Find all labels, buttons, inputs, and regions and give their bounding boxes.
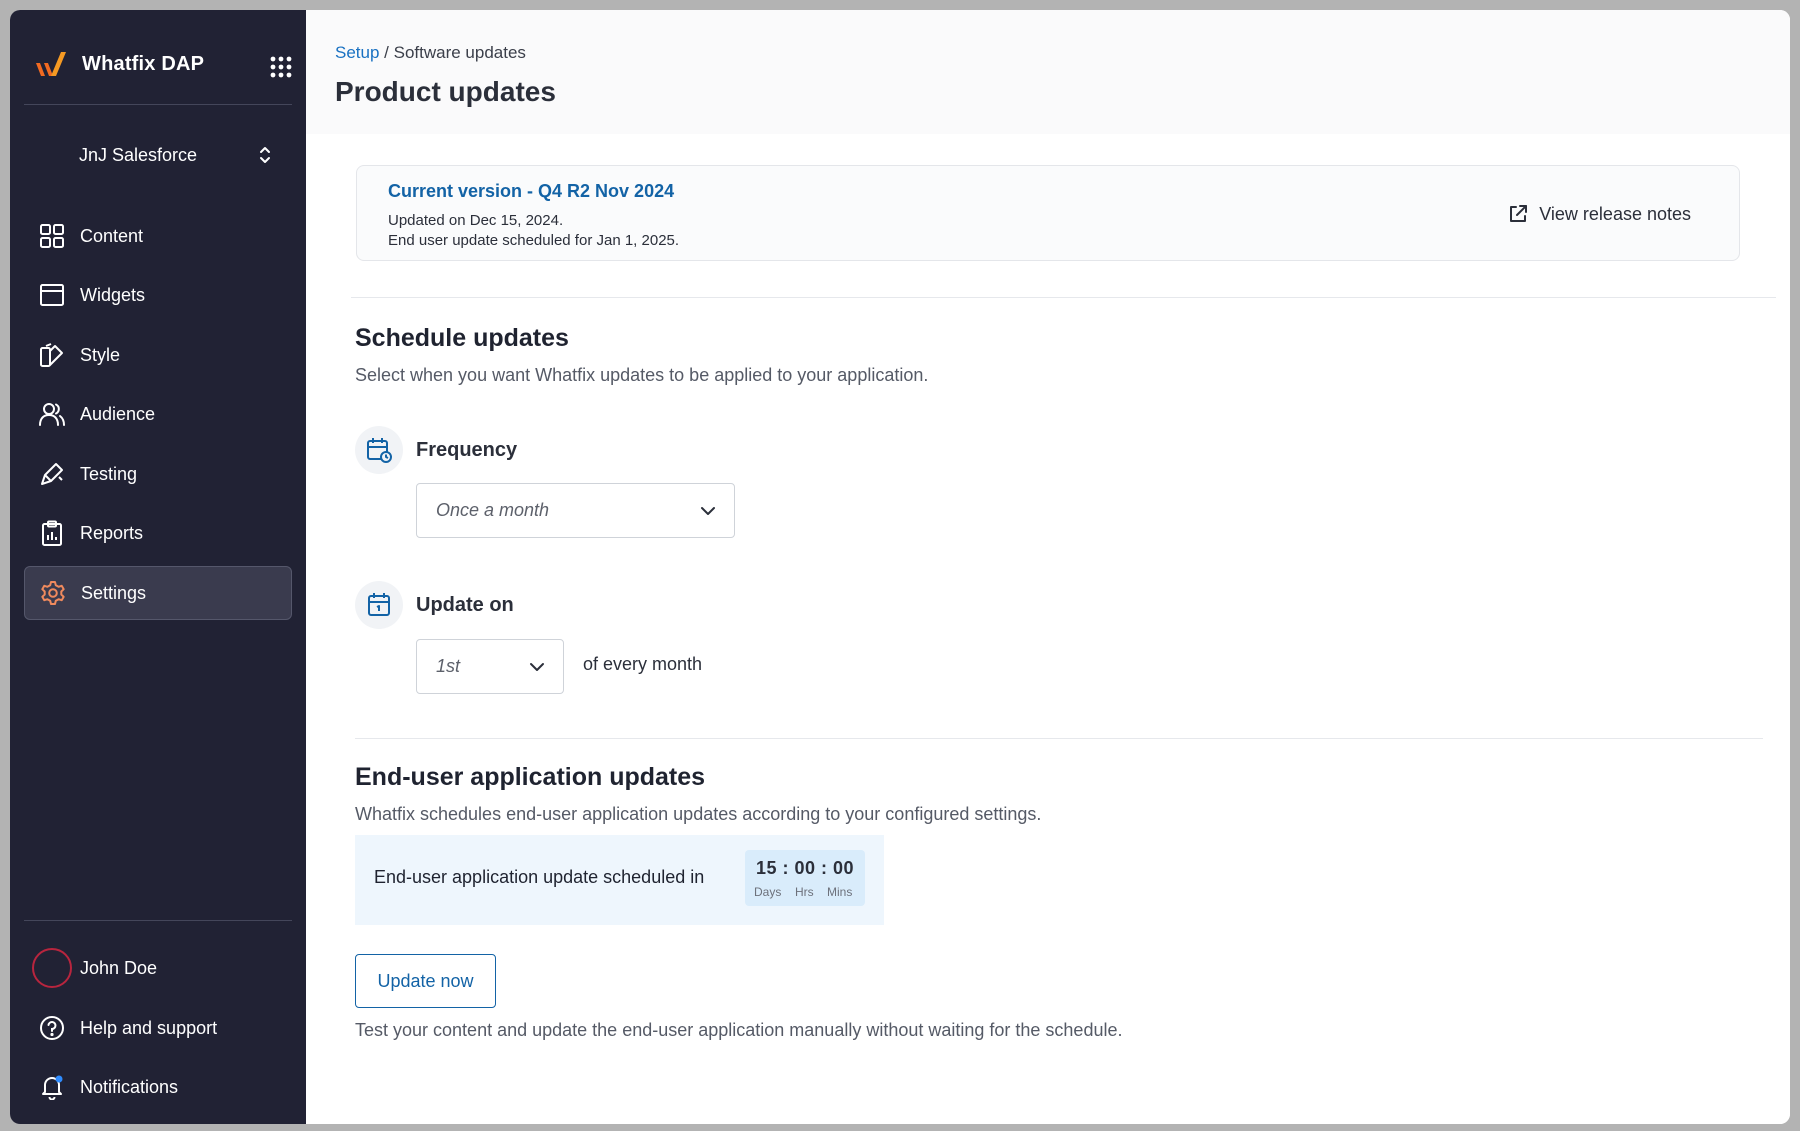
user-profile[interactable]: John Doe	[24, 941, 292, 995]
frequency-label: Frequency	[416, 439, 518, 461]
palette-icon	[38, 341, 66, 369]
version-scheduled-date: End user update scheduled for Jan 1, 202…	[388, 232, 680, 249]
update-on-suffix: of every month	[583, 654, 703, 674]
grid-icon	[38, 222, 66, 250]
main-content: Setup / Software updates Product updates…	[306, 10, 1790, 1124]
calendar-icon	[355, 581, 403, 629]
help-circle-icon	[38, 1014, 66, 1042]
sidebar-divider	[24, 920, 292, 921]
sidebar-item-label: Content	[80, 225, 144, 246]
breadcrumb-link-setup[interactable]: Setup	[335, 43, 379, 62]
sidebar-item-settings[interactable]: Settings	[24, 566, 292, 620]
breadcrumb-current: Software updates	[393, 43, 526, 62]
sidebar-item-testing[interactable]: Testing	[24, 447, 292, 501]
view-release-notes-link[interactable]: View release notes	[1507, 203, 1691, 225]
external-link-icon	[1510, 205, 1528, 222]
schedule-updates-description: Select when you want Whatfix updates to …	[355, 365, 929, 385]
page-title: Product updates	[335, 76, 556, 107]
clipboard-icon	[38, 519, 66, 547]
sidebar-item-label: Help and support	[80, 1017, 218, 1038]
countdown-value: 15 : 00 : 00	[755, 858, 855, 878]
breadcrumb: Setup / Software updates	[335, 43, 526, 63]
sidebar: Whatfix DAP JnJ Salesforce Content Widge…	[10, 10, 306, 1124]
schedule-updates-title: Schedule updates	[355, 324, 569, 352]
update-now-button[interactable]: Update now	[355, 954, 496, 1008]
section-divider	[351, 297, 1776, 298]
sidebar-item-reports[interactable]: Reports	[24, 506, 292, 560]
gear-icon	[39, 579, 67, 607]
end-user-schedule-text: End-user application update scheduled in	[374, 867, 705, 887]
account-switcher[interactable]: JnJ Salesforce	[24, 133, 292, 177]
frequency-value: Once a month	[436, 500, 550, 520]
chevron-down-icon	[530, 662, 544, 671]
countdown-unit-minutes: Mins	[827, 885, 853, 899]
chevron-up-down-icon	[260, 147, 270, 163]
version-updated-date: Updated on Dec 15, 2024.	[388, 212, 564, 229]
end-user-updates-title: End-user application updates	[355, 763, 706, 791]
calendar-clock-icon	[355, 426, 403, 474]
sidebar-item-label: Notifications	[80, 1076, 179, 1097]
brand-name: Whatfix DAP	[82, 52, 205, 75]
sidebar-item-label: Settings	[81, 582, 147, 603]
sidebar-item-style[interactable]: Style	[24, 328, 292, 382]
end-user-updates-description: Whatfix schedules end-user application u…	[355, 804, 1042, 824]
countdown-unit-days: Days	[754, 885, 782, 899]
brush-icon	[38, 460, 66, 488]
countdown-timer: 15 : 00 : 00 Days Hrs Mins	[745, 850, 865, 906]
sidebar-item-label: Reports	[80, 522, 144, 543]
current-version-card: Current version - Q4 R2 Nov 2024 Updated…	[356, 165, 1740, 261]
sidebar-item-label: Testing	[80, 463, 138, 484]
app-launcher-icon[interactable]	[270, 56, 292, 78]
chevron-down-icon	[701, 506, 715, 515]
sidebar-item-content[interactable]: Content	[24, 209, 292, 263]
avatar	[32, 948, 72, 988]
window-icon	[38, 281, 66, 309]
sidebar-item-help[interactable]: Help and support	[24, 1001, 292, 1055]
sidebar-item-label: Style	[80, 344, 121, 365]
section-divider	[355, 738, 1763, 739]
sidebar-item-label: Widgets	[80, 284, 146, 305]
user-name: John Doe	[80, 957, 158, 978]
current-version-title: Current version - Q4 R2 Nov 2024	[388, 181, 675, 201]
sidebar-item-audience[interactable]: Audience	[24, 387, 292, 441]
end-user-schedule-banner: End-user application update scheduled in…	[355, 835, 884, 925]
update-on-label: Update on	[416, 594, 514, 616]
view-release-notes-label: View release notes	[1539, 203, 1691, 224]
frequency-select[interactable]: Once a month	[416, 483, 735, 538]
users-icon	[38, 400, 66, 428]
sidebar-item-notifications[interactable]: Notifications	[24, 1060, 292, 1114]
sidebar-item-label: Audience	[80, 403, 156, 424]
countdown-unit-hours: Hrs	[795, 885, 814, 899]
whatfix-logo-icon	[36, 52, 66, 76]
breadcrumb-separator: /	[379, 43, 394, 62]
update-now-note: Test your content and update the end-use…	[355, 1020, 1123, 1040]
sidebar-item-widgets[interactable]: Widgets	[24, 268, 292, 322]
bell-icon	[38, 1073, 66, 1101]
app-window: Whatfix DAP JnJ Salesforce Content Widge…	[10, 10, 1790, 1124]
update-day-value: 1st	[436, 656, 461, 676]
page-header: Setup / Software updates Product updates	[306, 10, 1790, 134]
sidebar-divider	[24, 104, 292, 105]
update-day-select[interactable]: 1st	[416, 639, 564, 694]
brand[interactable]: Whatfix DAP	[34, 44, 292, 84]
account-name: JnJ Salesforce	[79, 144, 198, 165]
